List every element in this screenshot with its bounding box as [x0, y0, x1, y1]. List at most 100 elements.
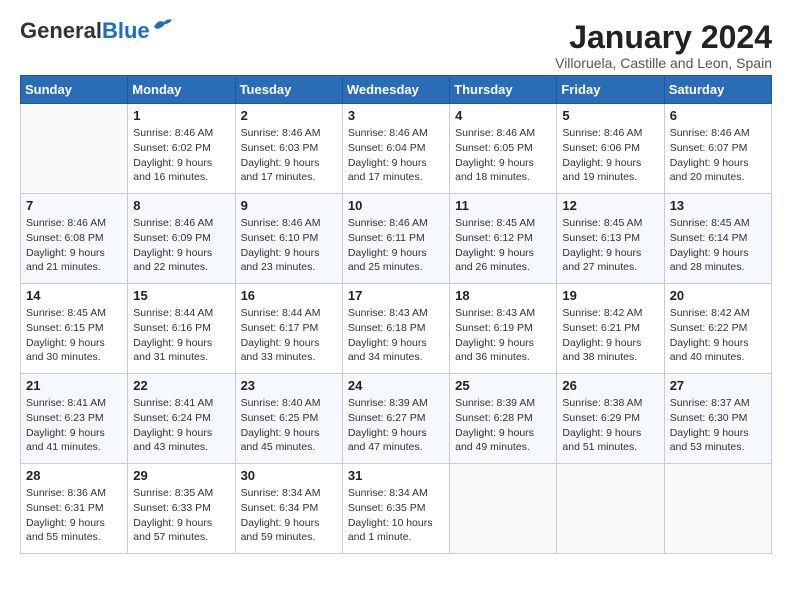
day-number: 9 — [241, 198, 337, 213]
day-info: Sunrise: 8:46 AMSunset: 6:04 PMDaylight:… — [348, 126, 444, 185]
day-number: 6 — [670, 108, 766, 123]
calendar-week-row: 14 Sunrise: 8:45 AMSunset: 6:15 PMDayligh… — [21, 284, 772, 374]
calendar-cell: 31 Sunrise: 8:34 AMSunset: 6:35 PMDayligh… — [342, 464, 449, 554]
day-number: 20 — [670, 288, 766, 303]
day-info: Sunrise: 8:46 AMSunset: 6:05 PMDaylight:… — [455, 126, 551, 185]
calendar-cell: 18 Sunrise: 8:43 AMSunset: 6:19 PMDayligh… — [450, 284, 557, 374]
day-info: Sunrise: 8:34 AMSunset: 6:35 PMDaylight:… — [348, 486, 444, 545]
day-info: Sunrise: 8:46 AMSunset: 6:02 PMDaylight:… — [133, 126, 229, 185]
calendar-cell — [557, 464, 664, 554]
calendar-week-row: 21 Sunrise: 8:41 AMSunset: 6:23 PMDayligh… — [21, 374, 772, 464]
day-info: Sunrise: 8:43 AMSunset: 6:19 PMDaylight:… — [455, 306, 551, 365]
day-number: 19 — [562, 288, 658, 303]
day-info: Sunrise: 8:46 AMSunset: 6:09 PMDaylight:… — [133, 216, 229, 275]
calendar-cell: 4 Sunrise: 8:46 AMSunset: 6:05 PMDaylight… — [450, 104, 557, 194]
day-number: 18 — [455, 288, 551, 303]
calendar-cell — [664, 464, 771, 554]
day-number: 27 — [670, 378, 766, 393]
calendar-cell: 20 Sunrise: 8:42 AMSunset: 6:22 PMDayligh… — [664, 284, 771, 374]
day-number: 7 — [26, 198, 122, 213]
day-number: 25 — [455, 378, 551, 393]
day-number: 13 — [670, 198, 766, 213]
calendar-cell: 8 Sunrise: 8:46 AMSunset: 6:09 PMDaylight… — [128, 194, 235, 284]
day-info: Sunrise: 8:42 AMSunset: 6:21 PMDaylight:… — [562, 306, 658, 365]
day-number: 16 — [241, 288, 337, 303]
calendar-cell: 10 Sunrise: 8:46 AMSunset: 6:11 PMDayligh… — [342, 194, 449, 284]
day-info: Sunrise: 8:46 AMSunset: 6:07 PMDaylight:… — [670, 126, 766, 185]
day-info: Sunrise: 8:42 AMSunset: 6:22 PMDaylight:… — [670, 306, 766, 365]
day-number: 17 — [348, 288, 444, 303]
page-header: GeneralBlue January 2024 Villoruela, Cas… — [20, 20, 772, 71]
calendar-cell: 21 Sunrise: 8:41 AMSunset: 6:23 PMDayligh… — [21, 374, 128, 464]
day-info: Sunrise: 8:41 AMSunset: 6:24 PMDaylight:… — [133, 396, 229, 455]
day-number: 23 — [241, 378, 337, 393]
day-info: Sunrise: 8:46 AMSunset: 6:03 PMDaylight:… — [241, 126, 337, 185]
calendar-week-row: 7Sunrise: 8:46 AMSunset: 6:08 PMDaylight… — [21, 194, 772, 284]
day-info: Sunrise: 8:41 AMSunset: 6:23 PMDaylight:… — [26, 396, 122, 455]
day-number: 5 — [562, 108, 658, 123]
calendar-cell: 28Sunrise: 8:36 AMSunset: 6:31 PMDayligh… — [21, 464, 128, 554]
day-number: 21 — [26, 378, 122, 393]
day-number: 26 — [562, 378, 658, 393]
day-info: Sunrise: 8:44 AMSunset: 6:16 PMDaylight:… — [133, 306, 229, 365]
weekday-header-monday: Monday — [128, 76, 235, 104]
calendar-cell: 24Sunrise: 8:39 AMSunset: 6:27 PMDayligh… — [342, 374, 449, 464]
day-number: 29 — [133, 468, 229, 483]
day-number: 10 — [348, 198, 444, 213]
calendar-cell: 27 Sunrise: 8:37 AMSunset: 6:30 PMDayligh… — [664, 374, 771, 464]
day-info: Sunrise: 8:45 AMSunset: 6:12 PMDaylight:… — [455, 216, 551, 275]
day-number: 4 — [455, 108, 551, 123]
weekday-header-thursday: Thursday — [450, 76, 557, 104]
calendar-cell: 15 Sunrise: 8:44 AMSunset: 6:16 PMDayligh… — [128, 284, 235, 374]
day-number: 11 — [455, 198, 551, 213]
day-info: Sunrise: 8:43 AMSunset: 6:18 PMDaylight:… — [348, 306, 444, 365]
day-info: Sunrise: 8:45 AMSunset: 6:14 PMDaylight:… — [670, 216, 766, 275]
day-number: 3 — [348, 108, 444, 123]
day-number: 15 — [133, 288, 229, 303]
day-info: Sunrise: 8:37 AMSunset: 6:30 PMDaylight:… — [670, 396, 766, 455]
logo: GeneralBlue — [20, 20, 174, 42]
calendar-table: SundayMondayTuesdayWednesdayThursdayFrid… — [20, 75, 772, 554]
day-number: 14 — [26, 288, 122, 303]
calendar-cell: 23 Sunrise: 8:40 AMSunset: 6:25 PMDayligh… — [235, 374, 342, 464]
weekday-header-wednesday: Wednesday — [342, 76, 449, 104]
day-info: Sunrise: 8:39 AMSunset: 6:27 PMDaylight:… — [348, 396, 444, 455]
weekday-header-saturday: Saturday — [664, 76, 771, 104]
calendar-cell: 29Sunrise: 8:35 AMSunset: 6:33 PMDayligh… — [128, 464, 235, 554]
calendar-cell: 11 Sunrise: 8:45 AMSunset: 6:12 PMDayligh… — [450, 194, 557, 284]
location: Villoruela, Castille and Leon, Spain — [555, 55, 772, 71]
weekday-header-row: SundayMondayTuesdayWednesdayThursdayFrid… — [21, 76, 772, 104]
day-info: Sunrise: 8:46 AMSunset: 6:06 PMDaylight:… — [562, 126, 658, 185]
title-block: January 2024 Villoruela, Castille and Le… — [555, 20, 772, 71]
calendar-cell: 17 Sunrise: 8:43 AMSunset: 6:18 PMDayligh… — [342, 284, 449, 374]
calendar-cell: 22 Sunrise: 8:41 AMSunset: 6:24 PMDayligh… — [128, 374, 235, 464]
calendar-cell: 19 Sunrise: 8:42 AMSunset: 6:21 PMDayligh… — [557, 284, 664, 374]
calendar-cell: 25Sunrise: 8:39 AMSunset: 6:28 PMDayligh… — [450, 374, 557, 464]
weekday-header-friday: Friday — [557, 76, 664, 104]
day-info: Sunrise: 8:38 AMSunset: 6:29 PMDaylight:… — [562, 396, 658, 455]
calendar-cell: 9 Sunrise: 8:46 AMSunset: 6:10 PMDaylight… — [235, 194, 342, 284]
calendar-cell: 14 Sunrise: 8:45 AMSunset: 6:15 PMDayligh… — [21, 284, 128, 374]
calendar-cell: 12Sunrise: 8:45 AMSunset: 6:13 PMDayligh… — [557, 194, 664, 284]
day-info: Sunrise: 8:45 AMSunset: 6:15 PMDaylight:… — [26, 306, 122, 365]
weekday-header-tuesday: Tuesday — [235, 76, 342, 104]
day-info: Sunrise: 8:40 AMSunset: 6:25 PMDaylight:… — [241, 396, 337, 455]
calendar-week-row: 1 Sunrise: 8:46 AMSunset: 6:02 PMDaylight… — [21, 104, 772, 194]
calendar-cell: 26 Sunrise: 8:38 AMSunset: 6:29 PMDayligh… — [557, 374, 664, 464]
day-info: Sunrise: 8:34 AMSunset: 6:34 PMDaylight:… — [241, 486, 337, 545]
calendar-cell: 13 Sunrise: 8:45 AMSunset: 6:14 PMDayligh… — [664, 194, 771, 284]
calendar-cell — [450, 464, 557, 554]
logo-bird-icon — [152, 17, 174, 35]
calendar-cell: 6 Sunrise: 8:46 AMSunset: 6:07 PMDaylight… — [664, 104, 771, 194]
day-info: Sunrise: 8:45 AMSunset: 6:13 PMDaylight:… — [562, 216, 658, 275]
calendar-week-row: 28Sunrise: 8:36 AMSunset: 6:31 PMDayligh… — [21, 464, 772, 554]
day-info: Sunrise: 8:46 AMSunset: 6:11 PMDaylight:… — [348, 216, 444, 275]
day-number: 1 — [133, 108, 229, 123]
day-number: 22 — [133, 378, 229, 393]
day-info: Sunrise: 8:46 AMSunset: 6:10 PMDaylight:… — [241, 216, 337, 275]
day-number: 31 — [348, 468, 444, 483]
calendar-cell: 2Sunrise: 8:46 AMSunset: 6:03 PMDaylight… — [235, 104, 342, 194]
day-number: 8 — [133, 198, 229, 213]
weekday-header-sunday: Sunday — [21, 76, 128, 104]
logo-text: GeneralBlue — [20, 20, 150, 42]
